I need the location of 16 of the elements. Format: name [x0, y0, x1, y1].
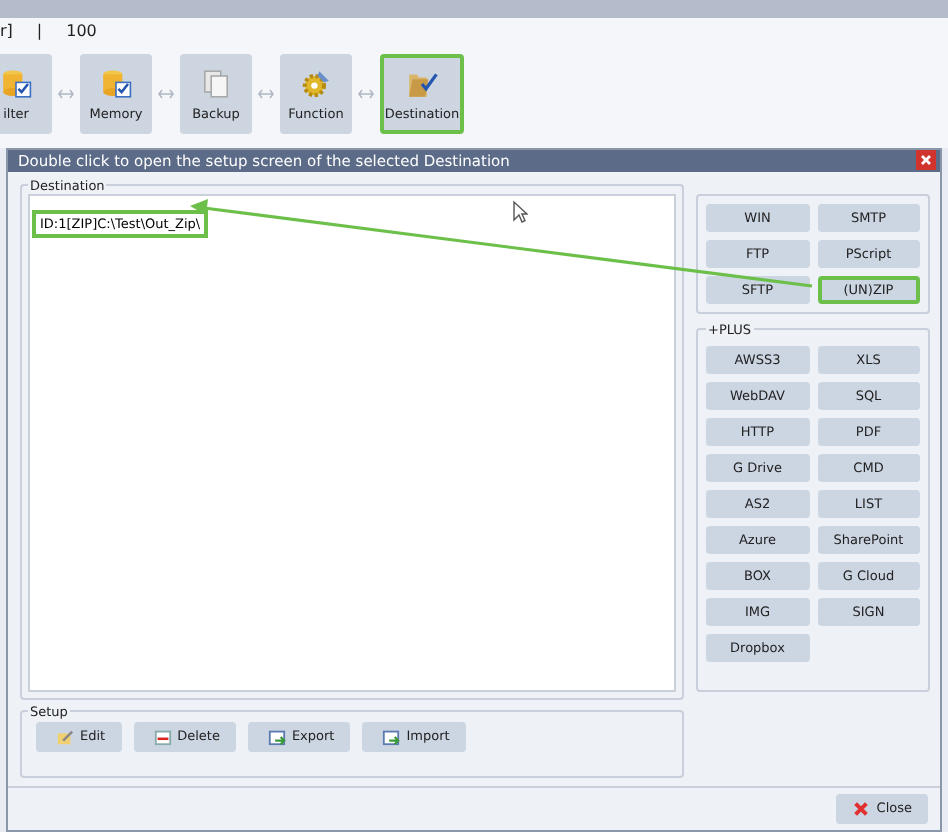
header-text: r]: [0, 22, 13, 44]
database-check-icon: [100, 67, 132, 99]
pencil-note-icon: [56, 727, 74, 746]
documents-icon: [200, 67, 232, 99]
header-separator: |: [36, 22, 43, 44]
connector-icon: [58, 88, 74, 100]
close-icon[interactable]: [916, 150, 936, 171]
gear-icon: [300, 67, 332, 99]
connector-icon: [358, 88, 374, 100]
cursor-icon: [512, 199, 528, 224]
connector-icon: [158, 88, 174, 100]
connector-icon: [258, 88, 274, 100]
close-icon: [852, 799, 871, 818]
header-value: 100: [66, 22, 97, 44]
window-minus-icon: [153, 727, 172, 746]
database-check-icon: [0, 67, 32, 99]
